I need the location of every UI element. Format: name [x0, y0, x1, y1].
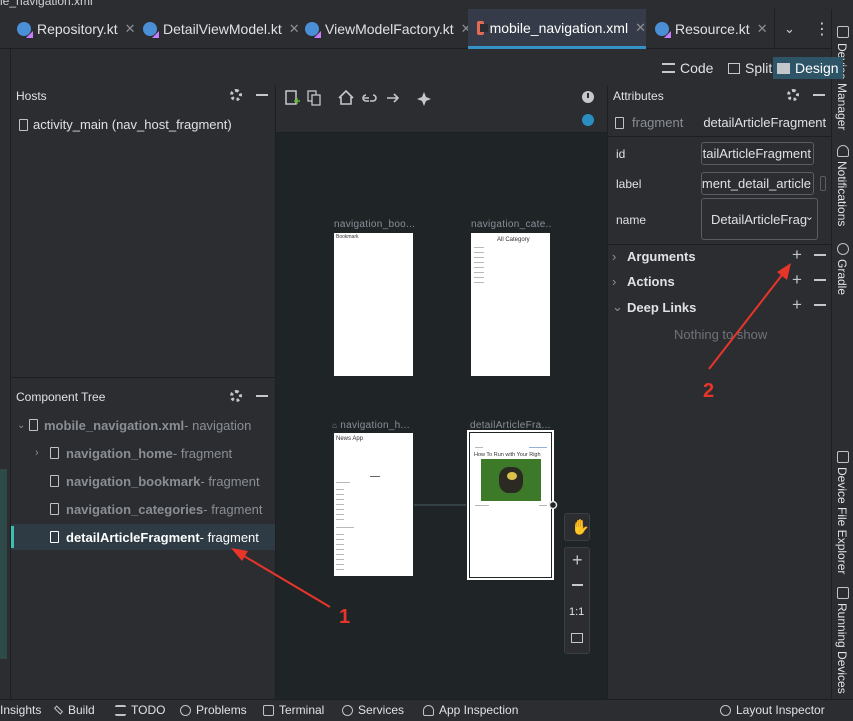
problems-tool[interactable]: Problems [180, 703, 247, 717]
services-label: Services [358, 703, 405, 717]
annotation-label-1: 1 [339, 606, 351, 628]
build-label: Build [68, 703, 95, 717]
terminal-tool[interactable]: Terminal [263, 703, 324, 717]
annotation-arrow-1 [243, 555, 331, 608]
annotation-label-2: 2 [703, 380, 715, 402]
build-tool[interactable]: Build [53, 703, 95, 717]
insights-label: Insights [0, 703, 42, 717]
layout-inspector-label: Layout Inspector [736, 703, 825, 717]
layout-inspector-icon [720, 704, 731, 716]
services-icon [342, 704, 353, 716]
app-inspection-label: App Inspection [439, 703, 519, 717]
services-tool[interactable]: Services [342, 703, 404, 717]
terminal-icon [263, 704, 274, 716]
problems-icon [180, 704, 191, 716]
problems-label: Problems [196, 703, 247, 717]
app-inspection-tool[interactable]: App Inspection [423, 703, 518, 717]
layout-inspector-tool[interactable]: Layout Inspector [720, 703, 825, 717]
annotation-overlay [231, 263, 791, 608]
terminal-label: Terminal [279, 703, 325, 717]
status-bar: Insights Build TODO Problems Terminal Se… [0, 699, 853, 721]
list-icon [115, 704, 126, 716]
annotation-arrowhead-1 [231, 548, 248, 561]
hammer-icon [53, 705, 64, 715]
insights-tool[interactable]: Insights [0, 703, 41, 717]
annotation-arrow-2 [708, 274, 783, 370]
todo-label: TODO [131, 703, 166, 717]
app-inspection-icon [423, 704, 434, 716]
todo-tool[interactable]: TODO [115, 703, 165, 717]
